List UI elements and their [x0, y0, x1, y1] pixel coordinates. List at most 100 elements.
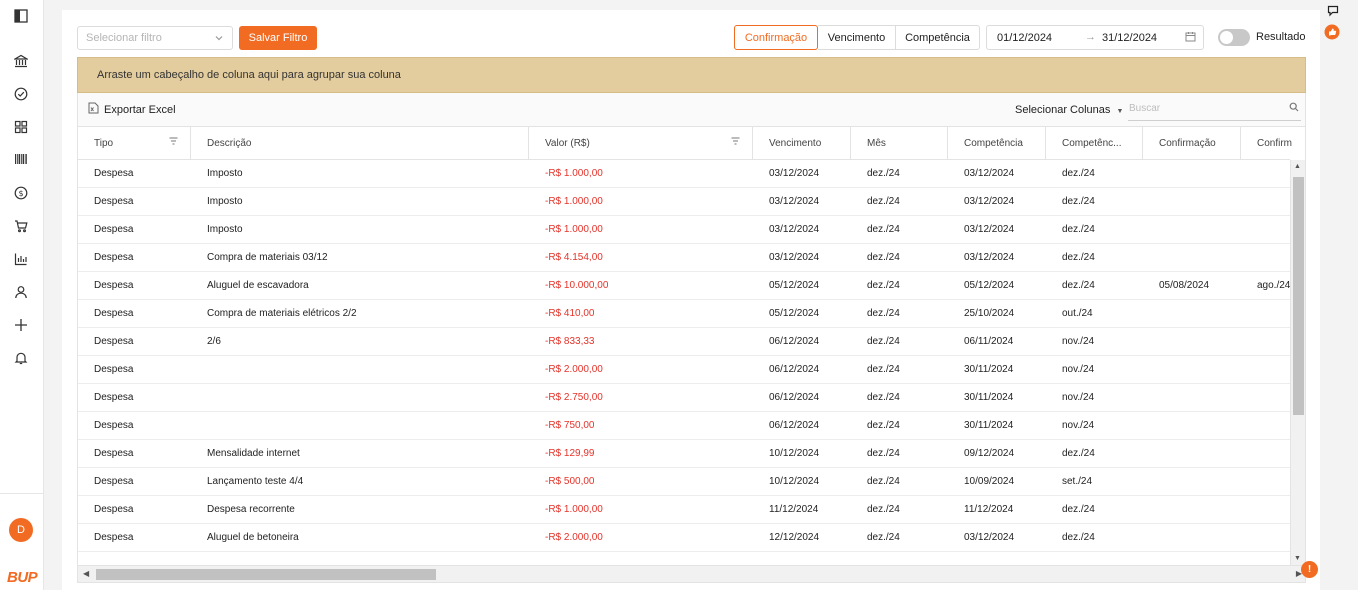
- export-excel-button[interactable]: Exportar Excel: [88, 102, 176, 117]
- date-range-picker[interactable]: 01/12/2024 → 31/12/2024: [986, 25, 1204, 50]
- table-row[interactable]: Despesa Imposto -R$ 1.000,00 03/12/2024 dez.…: [78, 188, 1290, 216]
- table-row[interactable]: Despesa Despesa recorrente -R$ 1.000,00 11/…: [78, 496, 1290, 524]
- feedback-icon[interactable]: [1325, 3, 1341, 19]
- cell-tipo: Despesa: [94, 392, 134, 403]
- cell-descricao: Mensalidade internet: [207, 448, 300, 459]
- calendar-icon[interactable]: [1185, 31, 1196, 45]
- header-label: Vencimento: [769, 138, 822, 149]
- table-row[interactable]: Despesa 2/6 -R$ 833,33 06/12/2024 dez./24 06/…: [78, 328, 1290, 356]
- cell-vencimento: 03/12/2024: [769, 196, 820, 207]
- cell-confirmacao: [1143, 384, 1241, 412]
- filter-icon[interactable]: [731, 137, 740, 148]
- table-row[interactable]: Despesa Aluguel de escavadora -R$ 10.000,0…: [78, 272, 1290, 300]
- cell-confirmacao: [1143, 244, 1241, 272]
- filter-select[interactable]: Selecionar filtro: [77, 26, 233, 50]
- thumbs-up-icon[interactable]: [1324, 24, 1340, 40]
- header-col-vencimento[interactable]: Vencimento: [753, 127, 851, 160]
- header-label: Competência: [964, 138, 1023, 149]
- main-panel: Selecionar filtro Salvar Filtro Confirma…: [62, 10, 1320, 590]
- header-col-competencia-mes[interactable]: Competênc...: [1046, 127, 1143, 160]
- barcode-icon[interactable]: [12, 150, 30, 168]
- grid-toolbar: Exportar Excel Selecionar Colunas ▼ Busc…: [77, 93, 1306, 127]
- grid-icon[interactable]: [12, 118, 30, 136]
- scroll-left-icon[interactable]: ◀: [83, 569, 89, 578]
- cell-valor: -R$ 4.154,00: [545, 252, 603, 263]
- header-col-confirmacao-mes[interactable]: Confirm: [1241, 127, 1305, 160]
- scroll-down-icon[interactable]: ▼: [1294, 555, 1301, 562]
- group-panel[interactable]: Arraste um cabeçalho de coluna aqui para…: [77, 57, 1306, 93]
- vertical-scroll-thumb[interactable]: [1293, 177, 1304, 415]
- cell-tipo: Despesa: [94, 168, 134, 179]
- date-arrow: →: [1085, 31, 1096, 43]
- user-icon[interactable]: [12, 283, 30, 301]
- cell-vencimento: 10/12/2024: [769, 448, 820, 459]
- cell-tipo: Despesa: [94, 364, 134, 375]
- select-columns-button[interactable]: Selecionar Colunas ▼: [1015, 104, 1123, 116]
- panel-toggle-icon[interactable]: [12, 7, 30, 25]
- cell-competencia: 03/12/2024: [964, 532, 1015, 543]
- header-col-competencia[interactable]: Competência: [948, 127, 1046, 160]
- table-row[interactable]: Despesa -R$ 2.000,00 06/12/2024 dez./24 30/1…: [78, 356, 1290, 384]
- table-row[interactable]: Despesa Compra de materiais elétricos 2/2…: [78, 300, 1290, 328]
- table-row[interactable]: Despesa Aluguel de betoneira -R$ 2.000,00 1…: [78, 524, 1290, 552]
- table-row[interactable]: Despesa -R$ 750,00 06/12/2024 dez./24 30/11/…: [78, 412, 1290, 440]
- cell-competencia-mes: set./24: [1062, 476, 1093, 487]
- header-col-valor[interactable]: Valor (R$): [529, 127, 753, 160]
- header-col-tipo[interactable]: Tipo: [78, 127, 191, 160]
- toggle-knob: [1220, 31, 1233, 44]
- header-col-confirmacao[interactable]: Confirmação: [1143, 127, 1241, 160]
- filter-icon[interactable]: [169, 137, 178, 148]
- cell-confirmacao: [1143, 328, 1241, 356]
- vertical-scrollbar[interactable]: ▲ ▼: [1290, 160, 1305, 565]
- help-badge[interactable]: !: [1301, 561, 1318, 578]
- table-row[interactable]: Despesa Compra de materiais 03/12 -R$ 4.15…: [78, 244, 1290, 272]
- cell-confirmacao-mes: [1241, 356, 1290, 384]
- horizontal-scroll-thumb[interactable]: [96, 569, 436, 580]
- cell-confirmacao: 05/08/2024: [1159, 280, 1210, 291]
- table-row[interactable]: Despesa Imposto -R$ 1.000,00 03/12/2024 dez.…: [78, 160, 1290, 188]
- date-to[interactable]: 31/12/2024: [1102, 32, 1157, 44]
- cell-vencimento: 03/12/2024: [769, 168, 820, 179]
- table-row[interactable]: Despesa Imposto -R$ 1.000,00 03/12/2024 dez.…: [78, 216, 1290, 244]
- table-row[interactable]: Despesa Lançamento teste 4/4 -R$ 500,00 10/…: [78, 468, 1290, 496]
- cell-confirmacao-mes: [1241, 300, 1290, 328]
- cell-valor: -R$ 1.000,00: [545, 224, 603, 235]
- cell-competencia-mes: dez./24: [1062, 448, 1095, 459]
- header-label: Tipo: [94, 138, 114, 149]
- cell-tipo: Despesa: [94, 224, 134, 235]
- horizontal-scrollbar[interactable]: ◀ ▶: [78, 565, 1305, 582]
- table-row[interactable]: Despesa -R$ 2.750,00 06/12/2024 dez./24 30/1…: [78, 384, 1290, 412]
- table-row[interactable]: Despesa Mensalidade internet -R$ 129,99 10/…: [78, 440, 1290, 468]
- tab-competencia[interactable]: Competência: [895, 25, 980, 50]
- cell-mes: dez./24: [867, 364, 900, 375]
- cell-competencia-mes: nov./24: [1062, 364, 1095, 375]
- cell-competencia: 30/11/2024: [964, 420, 1014, 431]
- tab-confirmacao[interactable]: Confirmação: [734, 25, 818, 50]
- dollar-icon[interactable]: $: [12, 184, 30, 202]
- search-box[interactable]: Buscar: [1128, 99, 1301, 121]
- header-col-mes[interactable]: Mês: [851, 127, 948, 160]
- cell-vencimento: 12/12/2024: [769, 532, 820, 543]
- save-filter-button[interactable]: Salvar Filtro: [239, 26, 317, 50]
- bar-chart-icon[interactable]: [12, 250, 30, 268]
- result-toggle[interactable]: [1218, 29, 1250, 46]
- check-circle-icon[interactable]: [12, 85, 30, 103]
- tab-vencimento[interactable]: Vencimento: [818, 25, 896, 50]
- search-input[interactable]: Buscar: [1129, 103, 1160, 114]
- cell-confirmacao-mes: [1241, 384, 1290, 412]
- scroll-up-icon[interactable]: ▲: [1294, 163, 1301, 170]
- cell-confirmacao: [1143, 440, 1241, 468]
- avatar[interactable]: D: [9, 518, 33, 542]
- cell-tipo: Despesa: [94, 196, 134, 207]
- plus-icon[interactable]: [12, 316, 30, 334]
- cart-icon[interactable]: [12, 217, 30, 235]
- cell-valor: -R$ 1.000,00: [545, 196, 603, 207]
- cell-competencia: 30/11/2024: [964, 364, 1014, 375]
- bank-icon[interactable]: [12, 52, 30, 70]
- cell-valor: -R$ 2.000,00: [545, 364, 603, 375]
- cell-confirmacao: [1143, 468, 1241, 496]
- header-col-descricao[interactable]: Descrição: [191, 127, 529, 160]
- bell-icon[interactable]: [12, 349, 30, 367]
- cell-valor: -R$ 2.750,00: [545, 392, 603, 403]
- date-from[interactable]: 01/12/2024: [997, 32, 1052, 44]
